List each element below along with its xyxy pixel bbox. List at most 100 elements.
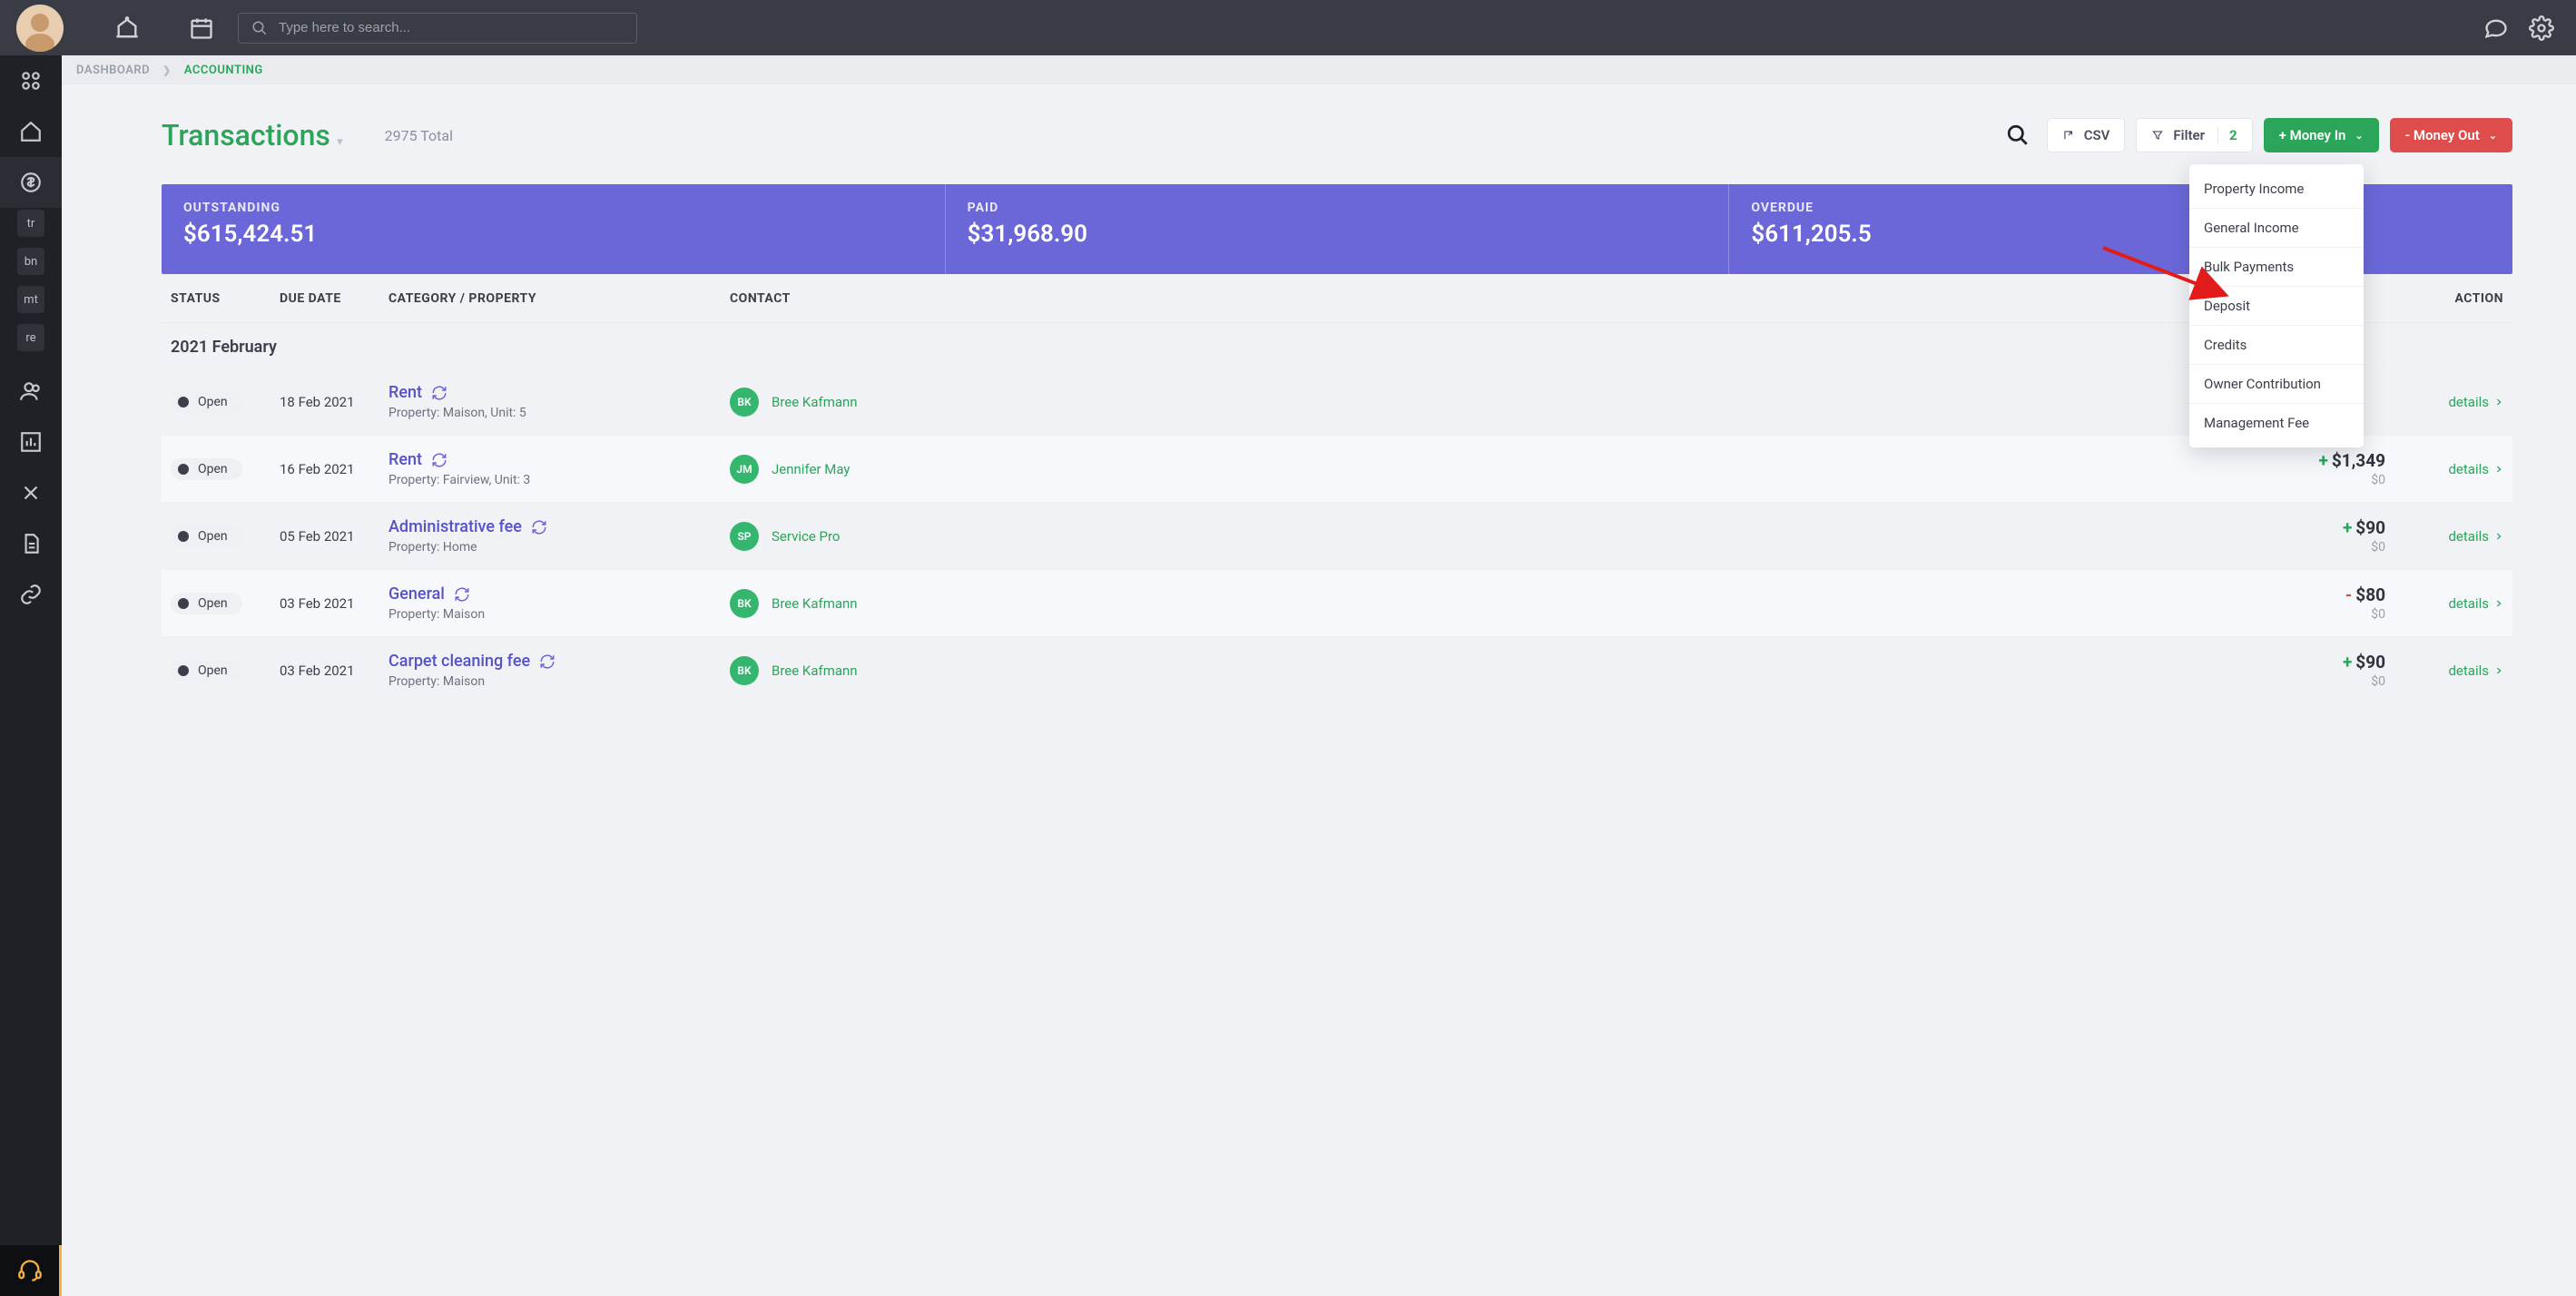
sidebar-sub-bn[interactable]: bn (17, 248, 44, 275)
amount: +$1,349 (1002, 450, 2385, 471)
summary-overdue[interactable]: OVERDUE $611,205.5 (1729, 184, 2512, 274)
amount: -$80 (1002, 584, 2385, 605)
dd-deposit[interactable]: Deposit (2189, 287, 2364, 326)
transaction-title[interactable]: Carpet cleaning fee (388, 652, 730, 671)
contact-avatar[interactable]: BK (730, 388, 759, 417)
dd-management-fee[interactable]: Management Fee (2189, 404, 2364, 442)
status-dot-icon (178, 531, 189, 542)
sidebar-sub-tr[interactable]: tr (17, 210, 44, 237)
due-date: 05 Feb 2021 (280, 528, 388, 545)
search-icon (251, 20, 268, 36)
dd-credits[interactable]: Credits (2189, 326, 2364, 365)
calendar-icon[interactable] (183, 10, 220, 46)
col-contact[interactable]: CONTACT (730, 291, 1002, 306)
sidebar-item-link[interactable] (0, 569, 62, 620)
details-link[interactable]: details (2448, 528, 2503, 545)
contact-name[interactable]: Service Pro (772, 528, 840, 545)
property-subtitle: Property: Maison (388, 674, 730, 689)
chevron-down-icon: ⌄ (2489, 130, 2497, 142)
contact-name[interactable]: Bree Kafmann (772, 595, 858, 612)
status-badge[interactable]: Open (171, 593, 242, 614)
status-badge[interactable]: Open (171, 391, 242, 413)
sidebar-item-support[interactable] (0, 1245, 62, 1296)
transaction-title[interactable]: General (388, 584, 730, 604)
details-link[interactable]: details (2448, 461, 2503, 477)
col-status[interactable]: STATUS (171, 291, 280, 306)
recurring-icon (531, 519, 547, 535)
details-link[interactable]: details (2448, 663, 2503, 679)
due-date: 03 Feb 2021 (280, 663, 388, 679)
status-badge[interactable]: Open (171, 660, 242, 682)
transaction-title[interactable]: Administrative fee (388, 517, 730, 536)
table-row: Open 18 Feb 2021 Rent Property: Maison, … (162, 368, 2512, 435)
contact-name[interactable]: Bree Kafmann (772, 663, 858, 679)
money-in-button[interactable]: + Money In ⌄ (2264, 118, 2379, 152)
chat-icon[interactable] (2478, 10, 2514, 46)
dd-general-income[interactable]: General Income (2189, 209, 2364, 248)
filter-button[interactable]: Filter 2 (2136, 118, 2252, 152)
summary-paid[interactable]: PAID $31,968.90 (946, 184, 1730, 274)
contact-avatar[interactable]: BK (730, 656, 759, 685)
export-csv-button[interactable]: CSV (2047, 118, 2126, 152)
sidebar-item-maintenance[interactable] (0, 467, 62, 518)
transaction-title[interactable]: Rent (388, 450, 730, 469)
status-badge[interactable]: Open (171, 525, 242, 547)
money-in-dropdown: Property Income General Income Bulk Paym… (2189, 164, 2364, 447)
contact-name[interactable]: Bree Kafmann (772, 394, 858, 410)
sidebar-item-reports[interactable] (0, 417, 62, 467)
dd-owner-contribution[interactable]: Owner Contribution (2189, 365, 2364, 404)
details-link[interactable]: details (2448, 595, 2503, 612)
due-date: 18 Feb 2021 (280, 394, 388, 410)
status-text: Open (198, 395, 228, 409)
money-out-button[interactable]: - Money Out ⌄ (2390, 118, 2512, 152)
recurring-icon (431, 452, 447, 468)
details-link[interactable]: details (2448, 394, 2503, 410)
sidebar-item-home[interactable] (0, 106, 62, 157)
contact-avatar[interactable]: JM (730, 455, 759, 484)
chevron-right-icon (2494, 532, 2503, 541)
sidebar-sub-re[interactable]: re (17, 324, 44, 351)
table-search-button[interactable] (2000, 117, 2036, 153)
amount-sub: $0 (1002, 674, 2385, 689)
dd-bulk-payments[interactable]: Bulk Payments (2189, 248, 2364, 287)
contact-name[interactable]: Jennifer May (772, 461, 850, 477)
chevron-right-icon (2494, 398, 2503, 407)
timer-icon[interactable] (109, 10, 145, 46)
page-header: Transactions ▾ 2975 Total CSV Filter (162, 117, 2512, 153)
col-action[interactable]: ACTION (2404, 291, 2503, 306)
transaction-title[interactable]: Rent (388, 383, 730, 402)
breadcrumb-accounting[interactable]: ACCOUNTING (184, 64, 263, 77)
sidebar-item-people[interactable] (0, 366, 62, 417)
sidebar-sub-mt[interactable]: mt (17, 286, 44, 313)
col-category[interactable]: CATEGORY / PROPERTY (388, 291, 730, 306)
status-text: Open (198, 529, 228, 544)
settings-icon[interactable] (2523, 10, 2560, 46)
chevron-right-icon (2494, 666, 2503, 675)
chevron-right-icon: ❯ (162, 64, 172, 76)
summary-label: OUTSTANDING (183, 201, 923, 215)
page-title[interactable]: Transactions ▾ (162, 118, 343, 152)
sidebar-item-apps[interactable] (0, 55, 62, 106)
status-badge[interactable]: Open (171, 458, 242, 480)
global-search[interactable] (238, 13, 637, 44)
status-dot-icon (178, 598, 189, 609)
amount-sub: $0 (1002, 540, 2385, 555)
amount-sub: $0 (1002, 607, 2385, 622)
user-avatar[interactable] (16, 5, 64, 52)
status-dot-icon (178, 665, 189, 676)
dd-property-income[interactable]: Property Income (2189, 170, 2364, 209)
contact-avatar[interactable]: BK (730, 589, 759, 618)
amount: +$90 (1002, 652, 2385, 673)
summary-value: $31,968.90 (968, 221, 1707, 248)
breadcrumb-dashboard[interactable]: DASHBOARD (76, 64, 150, 77)
summary-outstanding[interactable]: OUTSTANDING $615,424.51 (162, 184, 946, 274)
col-due-date[interactable]: DUE DATE (280, 291, 388, 306)
group-header: 2021 February (162, 323, 2512, 368)
filter-icon (2151, 129, 2164, 142)
sidebar-item-documents[interactable] (0, 518, 62, 569)
sidebar-item-accounting[interactable] (0, 157, 62, 208)
contact-avatar[interactable]: SP (730, 522, 759, 551)
recurring-icon (539, 653, 556, 670)
search-input[interactable] (279, 20, 624, 35)
breadcrumb: DASHBOARD ❯ ACCOUNTING (62, 55, 2576, 84)
